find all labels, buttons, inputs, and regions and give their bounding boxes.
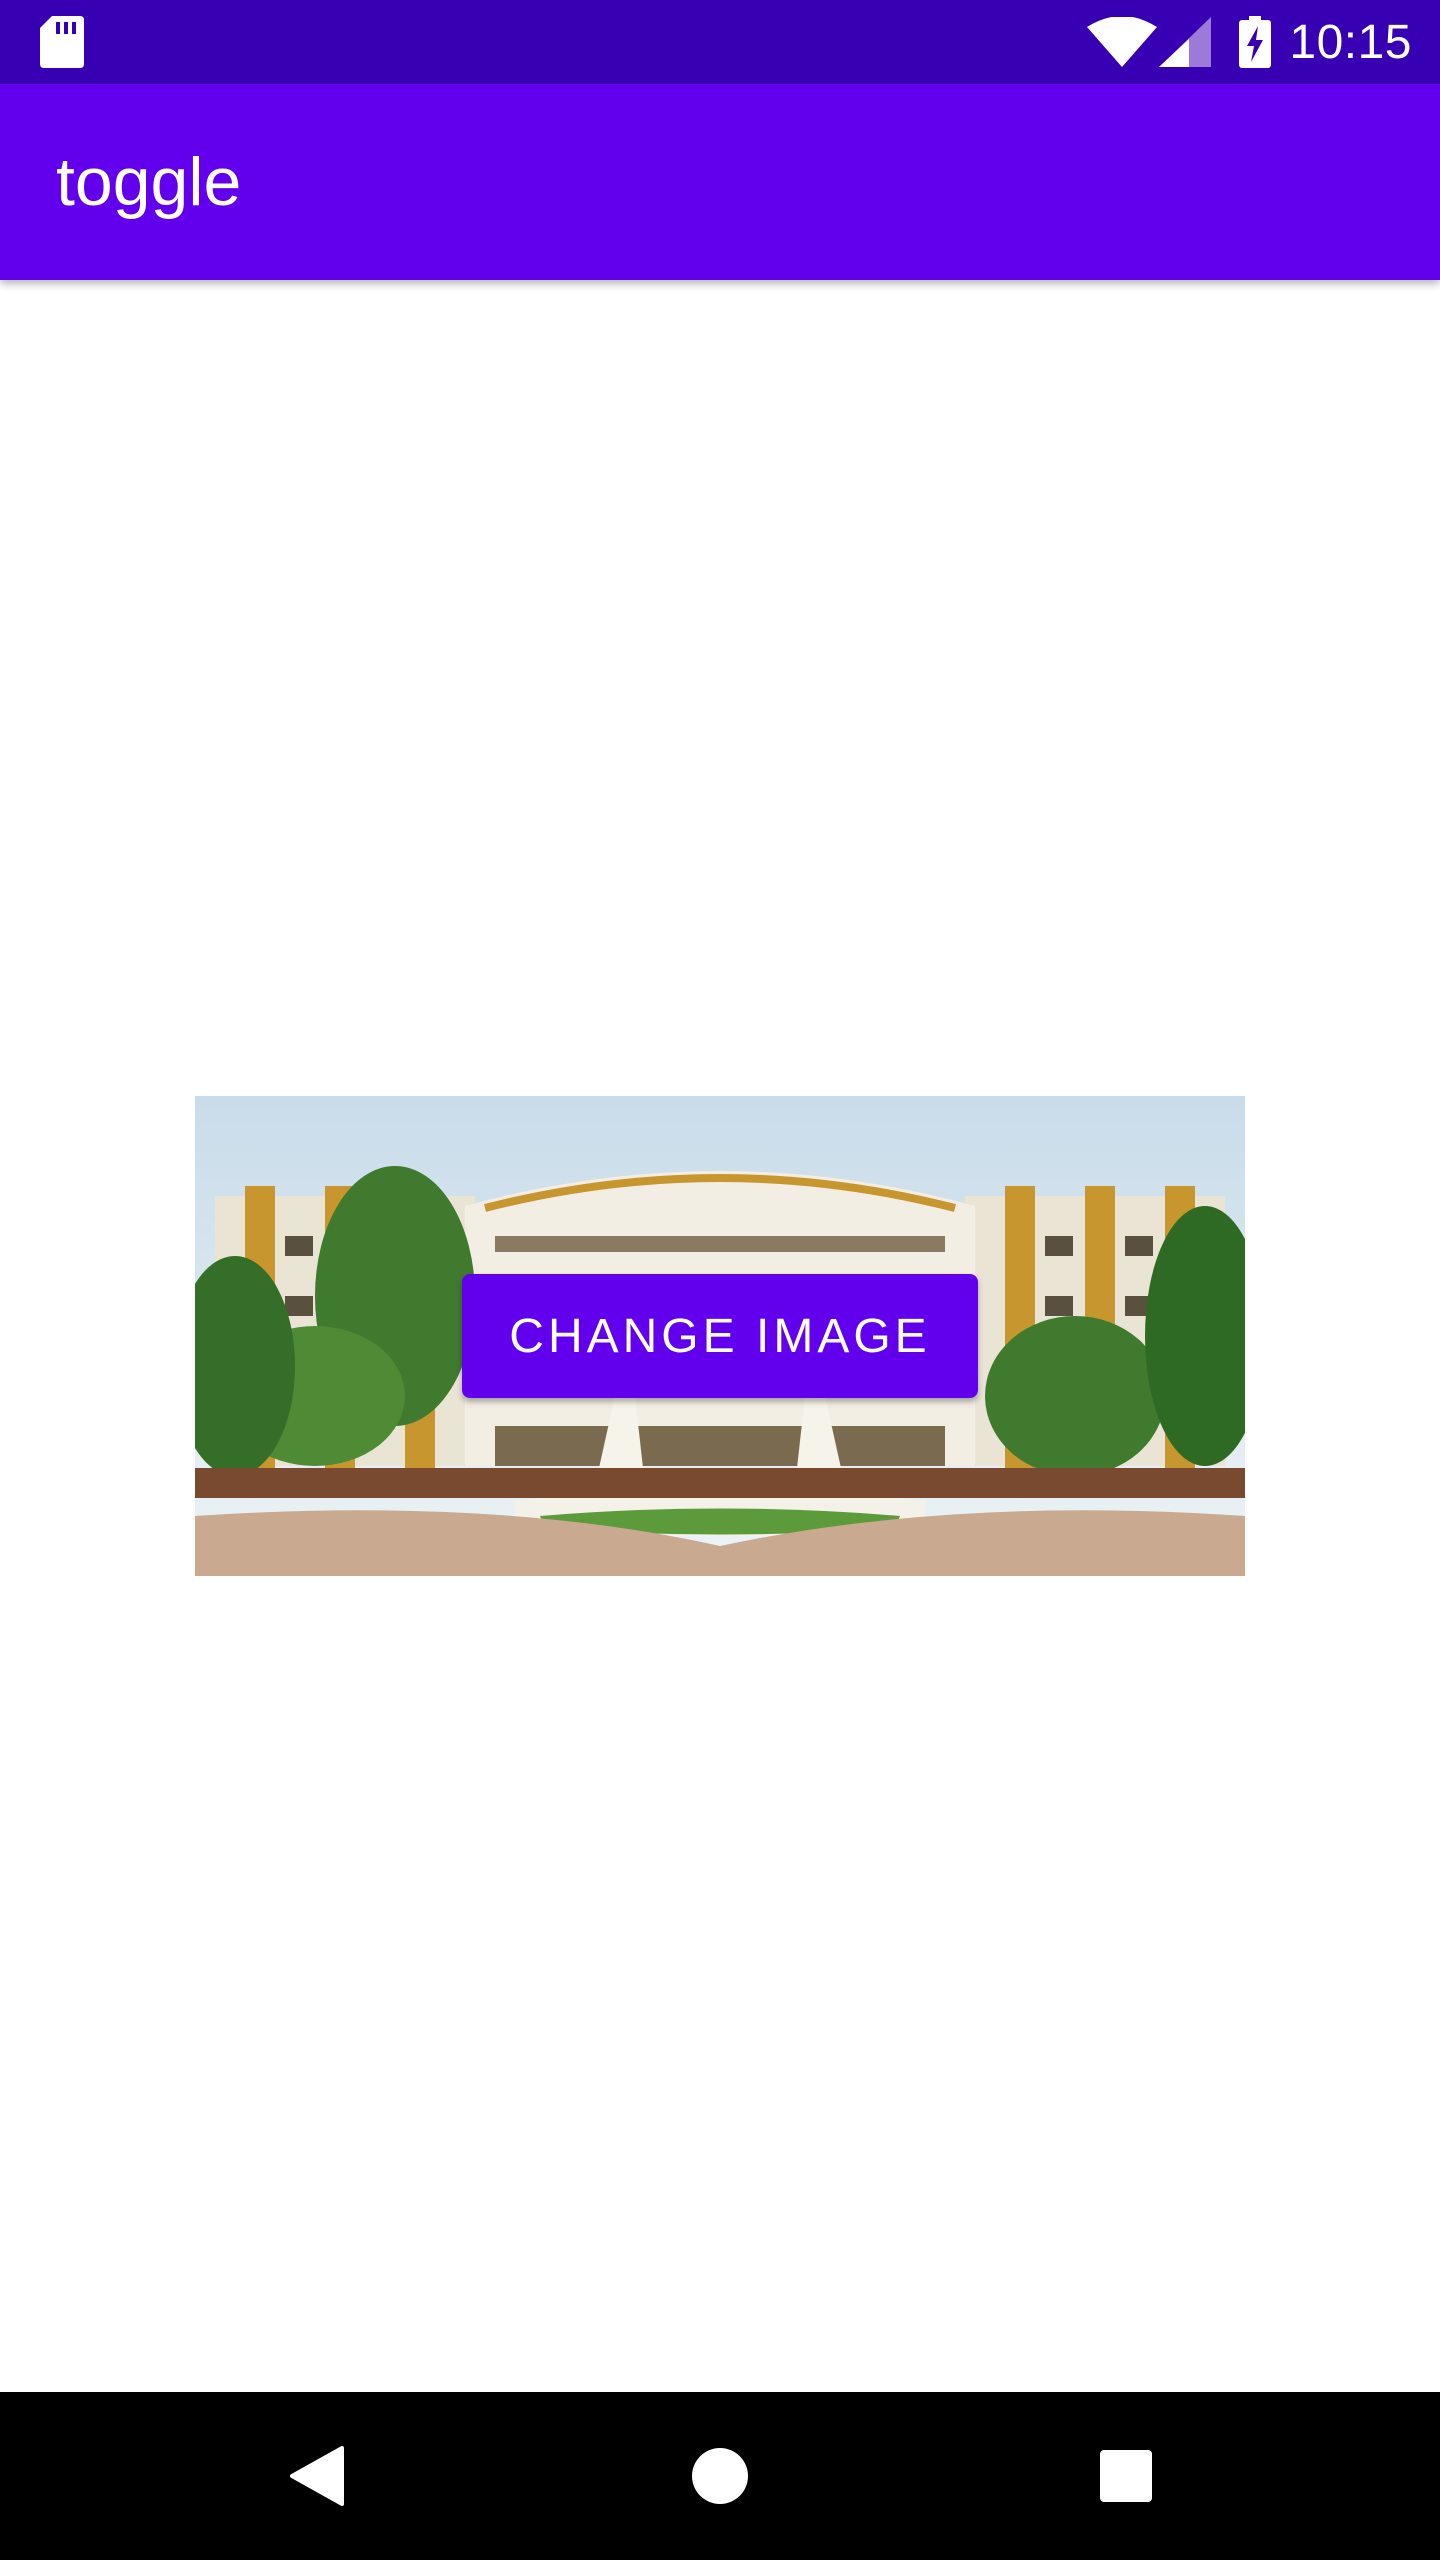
navigation-bar [0, 2392, 1440, 2560]
wifi-icon [1087, 17, 1158, 67]
sd-card-icon [40, 16, 84, 68]
status-bar: 10:15 [0, 0, 1440, 84]
change-image-button[interactable]: CHANGE IMAGE [462, 1274, 978, 1398]
status-time: 10:15 [1289, 15, 1412, 69]
app-bar: toggle [0, 84, 1440, 280]
app-title: toggle [56, 144, 242, 220]
home-icon[interactable] [620, 2392, 820, 2560]
battery-charging-icon [1239, 16, 1272, 68]
back-icon[interactable] [216, 2392, 416, 2560]
cellular-signal-icon [1159, 17, 1212, 67]
recents-icon[interactable] [1026, 2392, 1226, 2560]
